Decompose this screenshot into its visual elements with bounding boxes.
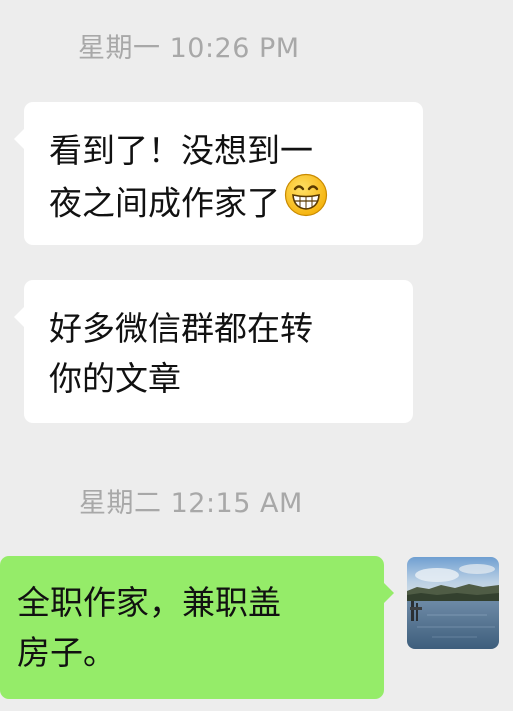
bubble-tail: [14, 129, 24, 149]
message-text-line: 你的文章: [49, 359, 181, 398]
grinning-face-icon: [284, 173, 328, 231]
message-text-line: 夜之间成作家了: [49, 173, 423, 234]
bubble-tail: [384, 583, 394, 603]
message-text-line: 好多微信群都在转: [49, 309, 313, 348]
lake-photo-icon: [407, 557, 499, 649]
message-bubble-sent-1[interactable]: 全职作家，兼职盖 房子。: [0, 556, 394, 699]
message-text-line: 房子。: [17, 633, 116, 672]
message-text-line: 看到了！没想到一: [49, 131, 313, 170]
timestamp-tuesday: 星期二 12:15 AM: [79, 488, 303, 519]
message-text: 夜之间成作家了: [49, 183, 280, 223]
message-bubble-received-1[interactable]: 看到了！没想到一 夜之间成作家了: [14, 102, 423, 245]
timestamp-monday: 星期一 10:26 PM: [78, 33, 300, 64]
message-bubble-received-2[interactable]: 好多微信群都在转 你的文章: [14, 280, 413, 423]
message-text-line: 全职作家，兼职盖: [17, 583, 281, 622]
user-avatar[interactable]: [407, 557, 499, 649]
bubble-tail: [14, 307, 24, 327]
